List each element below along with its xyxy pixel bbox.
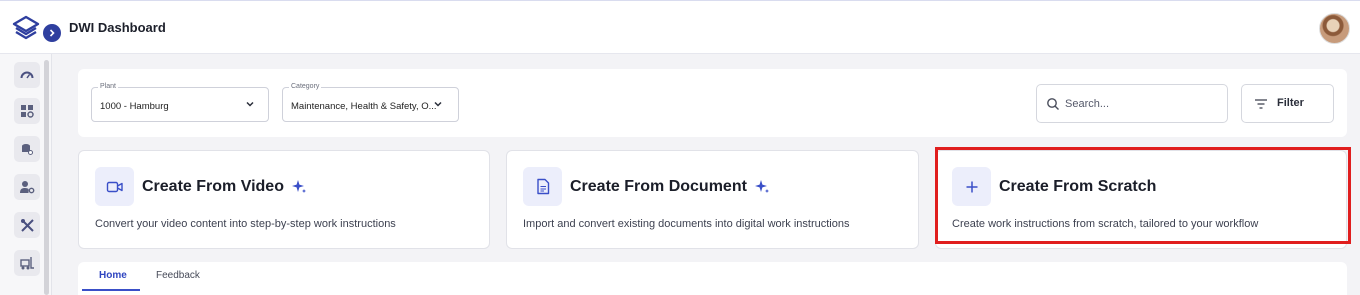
sidebar-scrollbar[interactable] (44, 60, 49, 295)
document-icon (536, 178, 549, 195)
card-icon-box (95, 167, 134, 206)
category-select[interactable]: Category Maintenance, Health & Safety, O… (282, 83, 459, 122)
highlight-box (935, 147, 1351, 244)
page-title: DWI Dashboard (69, 20, 166, 35)
gauge-icon (20, 71, 34, 79)
card-title-text: Create From Video (142, 178, 284, 195)
create-from-video-card[interactable]: Create From Video Convert your video con… (78, 150, 490, 249)
card-title-text: Create From Document (570, 178, 747, 195)
sidebar-item-apps-settings[interactable] (14, 98, 40, 124)
plant-select-value: 1000 - Hamburg (100, 101, 169, 112)
card-title: Create From Document (570, 178, 770, 196)
sidebar-item-forklift[interactable] (14, 250, 40, 276)
search-field[interactable] (1036, 84, 1228, 123)
sidebar-item-dashboard[interactable] (14, 62, 40, 88)
tab-feedback[interactable]: Feedback (156, 270, 200, 281)
tab-home[interactable]: Home (99, 270, 127, 281)
sidebar-item-database-settings[interactable] (14, 136, 40, 162)
tools-icon (20, 218, 34, 232)
layers-logo-icon[interactable] (12, 15, 40, 41)
filter-panel: Plant 1000 - Hamburg Category Maintenanc… (78, 69, 1347, 137)
search-input[interactable] (1065, 95, 1215, 113)
grid-gear-icon (21, 105, 34, 118)
filter-button-label: Filter (1277, 97, 1304, 109)
chevron-right-icon (49, 29, 55, 37)
tab-bar: Home Feedback (78, 262, 1347, 295)
sidebar-item-user-settings[interactable] (14, 174, 40, 200)
plant-select[interactable]: Plant 1000 - Hamburg (91, 83, 269, 122)
top-bar: DWI Dashboard (0, 0, 1360, 54)
plant-select-label: Plant (98, 83, 118, 90)
sidebar-item-tools[interactable] (14, 212, 40, 238)
avatar[interactable] (1319, 13, 1350, 44)
category-select-value: Maintenance, Health & Safety, O... (291, 101, 437, 112)
chevron-down-icon (434, 101, 442, 107)
database-gear-icon (22, 144, 33, 155)
filter-icon (1255, 99, 1267, 109)
category-select-label: Category (289, 83, 322, 90)
active-tab-indicator (82, 289, 140, 291)
card-description: Convert your video content into step-by-… (95, 218, 396, 230)
card-description: Import and convert existing documents in… (523, 218, 850, 230)
sidebar-expand-button[interactable] (43, 24, 61, 42)
chevron-down-icon (246, 101, 254, 107)
user-gear-icon (20, 181, 35, 194)
filter-button[interactable]: Filter (1241, 84, 1334, 123)
card-icon-box (523, 167, 562, 206)
card-title: Create From Video (142, 178, 307, 196)
ai-sparkle-icon (291, 180, 306, 193)
ai-sparkle-icon (754, 180, 769, 193)
create-from-document-card[interactable]: Create From Document Import and convert … (506, 150, 919, 249)
search-icon (1047, 98, 1059, 110)
video-camera-icon (106, 181, 123, 192)
forklift-icon (19, 257, 34, 270)
